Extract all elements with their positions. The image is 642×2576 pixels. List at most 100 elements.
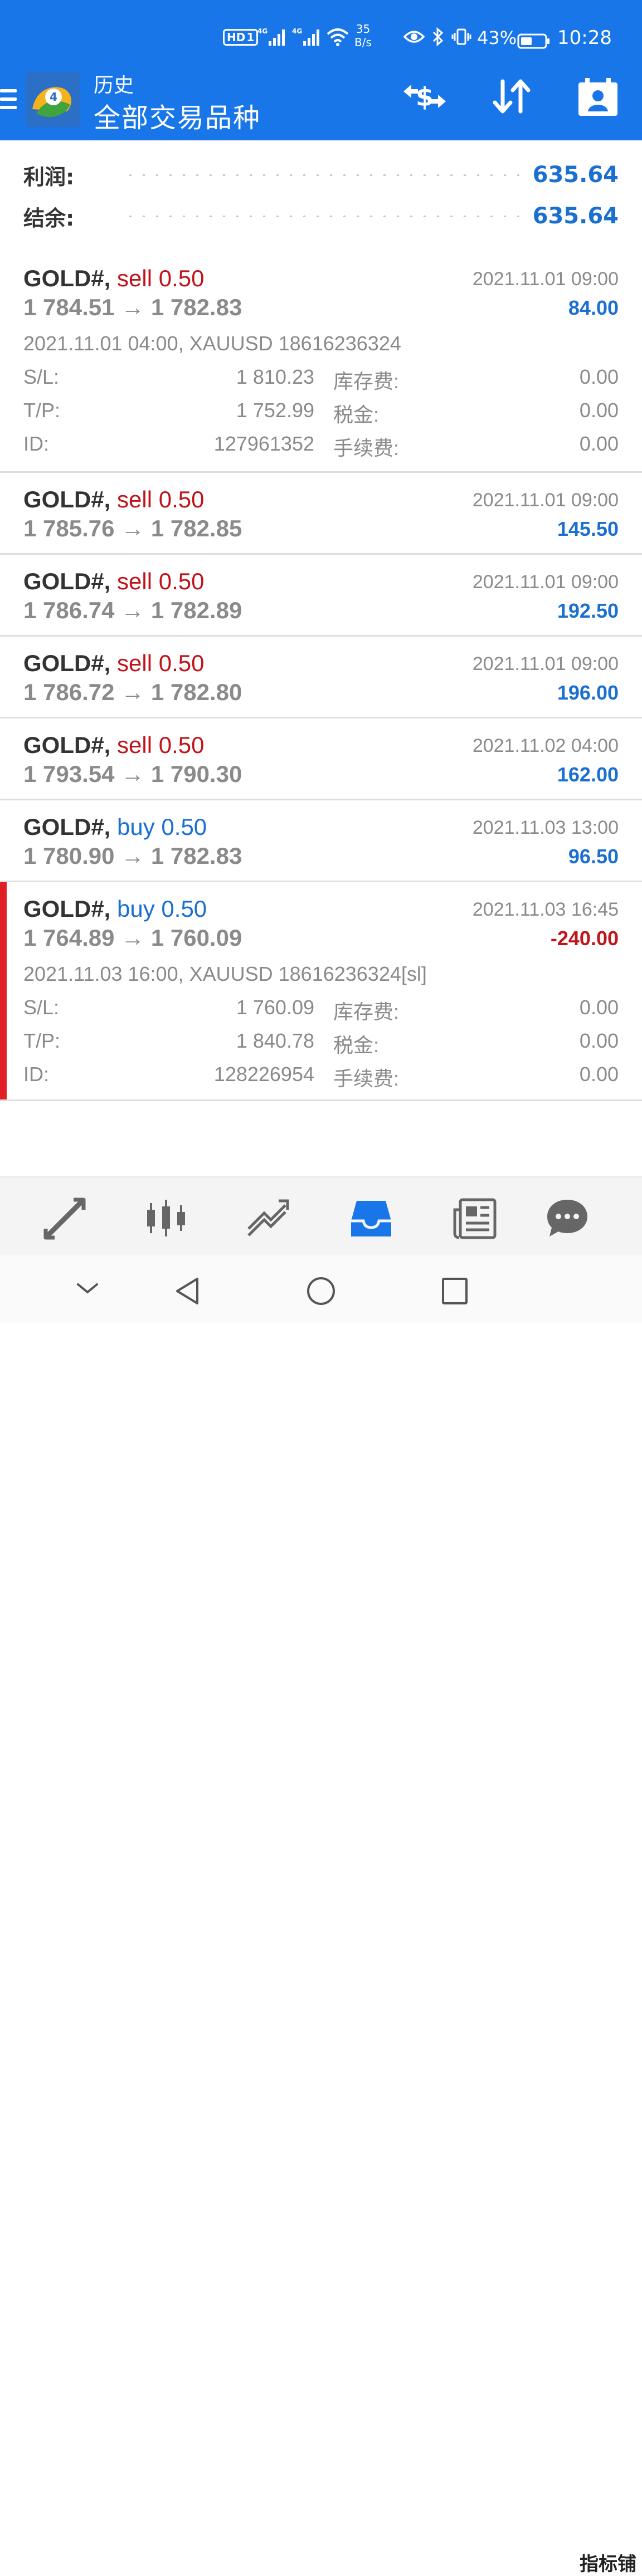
chart-icon[interactable] xyxy=(144,1196,188,1241)
deal-item[interactable]: GOLD#, sell 0.50 1 785.76 → 1 782.85 202… xyxy=(0,473,642,555)
deal-action: sell 0.50 xyxy=(117,732,205,758)
deal-item[interactable]: GOLD#, sell 0.50 1 793.54 → 1 790.30 202… xyxy=(0,718,642,800)
deal-symbol: GOLD#, xyxy=(23,486,111,512)
deal-symbol-line: GOLD#, buy 0.50 xyxy=(23,896,207,922)
deal-prices: 1 785.76 → 1 782.85 xyxy=(23,515,242,541)
deal-action: buy 0.50 xyxy=(117,814,207,840)
fee-value: 0.00 xyxy=(579,1063,619,1086)
currency-exchange-icon[interactable]: $ xyxy=(401,77,448,118)
deal-symbol-line: GOLD#, sell 0.50 xyxy=(23,486,204,513)
fee-value: 0.00 xyxy=(579,432,619,455)
menu-icon[interactable] xyxy=(0,89,18,114)
tp-label: T/P: xyxy=(23,399,61,422)
deal-detail-grid: S/L: 1 810.23 库存费: 0.00 T/P: 1 752.99 税金… xyxy=(23,365,619,466)
news-icon[interactable] xyxy=(453,1196,497,1241)
balance-label: 结余: xyxy=(23,206,75,231)
deal-symbol-line: GOLD#, sell 0.50 xyxy=(23,732,204,759)
deal-item[interactable]: GOLD#, sell 0.50 1 786.74 → 1 782.89 202… xyxy=(0,555,642,637)
quotes-icon[interactable] xyxy=(42,1196,87,1241)
deal-prices: 1 764.89 → 1 760.09 xyxy=(23,925,242,951)
collapse-icon[interactable] xyxy=(75,1280,100,1299)
tp-row: T/P: 1 840.78 税金: 0.00 xyxy=(23,1029,619,1063)
deal-action: sell 0.50 xyxy=(117,486,205,512)
deal-prices: 1 780.90 → 1 782.83 xyxy=(23,843,242,869)
svg-text:4: 4 xyxy=(50,90,57,104)
network-speed: 35 B/s xyxy=(354,22,372,51)
battery-icon xyxy=(517,30,551,52)
deal-symbol-line: GOLD#, sell 0.50 xyxy=(23,568,204,595)
sl-label: S/L: xyxy=(23,996,60,1019)
tax-value: 0.00 xyxy=(579,1029,619,1052)
speed-value: 35 xyxy=(356,22,371,36)
fee-label: 手续费: xyxy=(333,437,400,460)
page-subtitle: 历史 xyxy=(94,74,134,97)
balance-value: 635.64 xyxy=(532,203,619,229)
deal-symbol: GOLD#, xyxy=(23,650,111,676)
back-icon[interactable] xyxy=(173,1275,202,1309)
deal-detail: 2021.11.03 16:00, XAUUSD 18616236324[sl] xyxy=(23,962,427,985)
sl-value: 1 760.09 xyxy=(236,996,314,1019)
battery-percent: 43% xyxy=(477,27,517,48)
deal-item[interactable]: GOLD#, sell 0.50 1 784.51 → 1 782.83 202… xyxy=(0,252,642,473)
deal-profit: 162.00 xyxy=(557,763,619,786)
tp-label: T/P: xyxy=(23,1029,61,1052)
clock: 10:28 xyxy=(557,27,612,49)
deal-symbol-line: GOLD#, sell 0.50 xyxy=(23,650,204,677)
cellular-signal-2-icon: 4G xyxy=(292,26,323,48)
deal-time: 2021.11.03 13:00 xyxy=(472,817,619,838)
id-label: ID: xyxy=(23,1063,50,1086)
dotted-leader xyxy=(124,174,519,176)
speed-unit: B/s xyxy=(354,36,372,49)
sl-value: 1 810.23 xyxy=(236,365,314,388)
id-label: ID: xyxy=(23,432,50,455)
deal-item[interactable]: GOLD#, sell 0.50 1 786.72 → 1 782.80 202… xyxy=(0,637,642,718)
sl-row: S/L: 1 810.23 库存费: 0.00 xyxy=(23,365,619,399)
tp-row: T/P: 1 752.99 税金: 0.00 xyxy=(23,399,619,432)
recents-icon[interactable] xyxy=(440,1275,469,1309)
deal-profit: 84.00 xyxy=(568,296,619,319)
id-row: ID: 127961352 手续费: 0.00 xyxy=(23,432,619,466)
deal-time: 2021.11.02 04:00 xyxy=(472,735,619,756)
swap-label: 库存费: xyxy=(333,370,400,393)
network-type-1: 4G xyxy=(257,27,268,35)
status-bar: HD 1 4G 4G 35 B/s 43% 10:28 xyxy=(0,0,642,67)
deal-item[interactable]: GOLD#, buy 0.50 1 780.90 → 1 782.83 2021… xyxy=(0,800,642,882)
bluetooth-icon xyxy=(431,26,445,48)
sl-row: S/L: 1 760.09 库存费: 0.00 xyxy=(23,996,619,1029)
messages-icon[interactable] xyxy=(545,1196,590,1241)
top-bar: HD 1 4G 4G 35 B/s 43% 10:28 4 历史 全部交易品种 … xyxy=(0,0,642,140)
tax-label: 税金: xyxy=(333,1034,380,1057)
sort-icon[interactable] xyxy=(490,77,533,118)
deal-profit: 196.00 xyxy=(557,681,619,704)
deal-symbol: GOLD#, xyxy=(23,732,111,758)
swap-value: 0.00 xyxy=(579,365,619,388)
history-icon[interactable] xyxy=(349,1196,393,1241)
deal-time: 2021.11.01 09:00 xyxy=(472,268,619,290)
deal-symbol: GOLD#, xyxy=(23,265,111,291)
cellular-signal-icon: 4G xyxy=(257,26,289,48)
watermark: 指标铺 xyxy=(580,2553,636,2575)
page-title[interactable]: 全部交易品种 xyxy=(94,96,261,135)
vibrate-icon xyxy=(451,26,471,48)
account-icon[interactable] xyxy=(577,77,619,120)
deal-symbol: GOLD#, xyxy=(23,896,111,922)
summary-panel: 利润: 635.64 结余: 635.64 xyxy=(0,140,642,253)
app-bar: 4 历史 全部交易品种 $ xyxy=(0,67,642,140)
deal-item-selected[interactable]: GOLD#, buy 0.50 1 764.89 → 1 760.09 2021… xyxy=(0,882,642,1101)
profit-label: 利润: xyxy=(23,164,75,189)
deal-profit: -240.00 xyxy=(550,927,619,950)
wifi-icon xyxy=(327,26,349,48)
trade-icon[interactable] xyxy=(245,1196,290,1241)
deal-symbol: GOLD#, xyxy=(23,568,111,594)
deal-time: 2021.11.01 09:00 xyxy=(472,571,619,593)
svg-text:$: $ xyxy=(416,82,434,112)
dotted-leader xyxy=(124,215,519,217)
app-logo: 4 xyxy=(26,72,80,127)
home-icon[interactable] xyxy=(305,1275,337,1309)
hd-indicator: HD 1 xyxy=(223,29,259,46)
deal-symbol-line: GOLD#, sell 0.50 xyxy=(23,265,204,292)
deal-time: 2021.11.03 16:45 xyxy=(472,899,619,920)
swap-label: 库存费: xyxy=(333,1000,400,1023)
id-value: 128226954 xyxy=(213,1063,314,1086)
id-value: 127961352 xyxy=(213,432,314,455)
